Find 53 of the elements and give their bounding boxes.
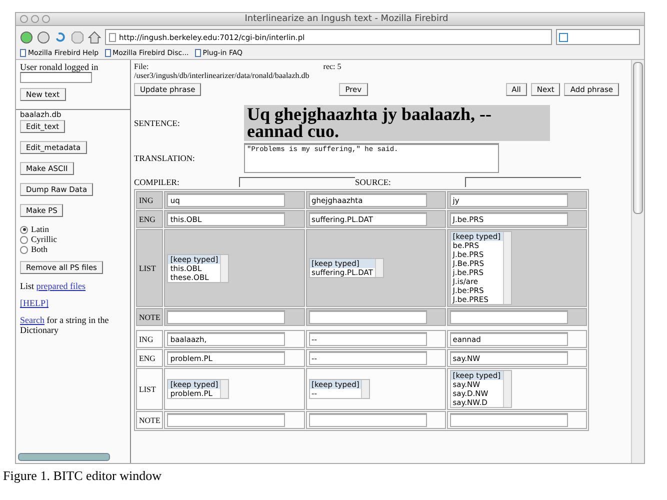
sentence-label: SENTENCE:: [134, 118, 181, 128]
list-scrollbar[interactable]: [374, 259, 383, 277]
row-label: ING: [136, 330, 164, 348]
note-field[interactable]: [167, 310, 286, 324]
note-field[interactable]: [308, 310, 427, 324]
forward-icon[interactable]: [37, 30, 50, 44]
row-label: ING: [136, 191, 164, 209]
home-icon[interactable]: [88, 30, 101, 44]
note-field[interactable]: [308, 413, 427, 427]
radio-option[interactable]: Latin: [20, 225, 130, 234]
note-field[interactable]: [167, 413, 286, 427]
compiler-label: COMPILER:: [134, 177, 180, 187]
list-scrollbar[interactable]: [502, 232, 511, 304]
row-label: LIST: [136, 368, 164, 410]
row-label: ENG: [136, 210, 164, 228]
scrollbar-thumb[interactable]: [633, 62, 643, 214]
translation-label: TRANSLATION:: [134, 153, 196, 163]
source-field[interactable]: [465, 177, 581, 187]
row-label: ENG: [136, 349, 164, 367]
source-label: SOURCE:: [355, 177, 392, 187]
search-text: Search for a string in the Dictionary: [20, 315, 110, 335]
help-link[interactable]: [HELP]: [20, 298, 48, 308]
row-label: NOTE: [136, 308, 164, 326]
sentence-text: Uq ghejghaazhta jy baalaazh, -- eannad cuo.: [244, 105, 550, 141]
search-link[interactable]: Search: [20, 315, 44, 325]
row-label: NOTE: [136, 411, 164, 429]
note-field[interactable]: [450, 413, 568, 427]
row-label: LIST: [136, 229, 164, 307]
prepared-files-link[interactable]: prepared files: [36, 281, 86, 291]
record-number: rec: 5: [323, 62, 342, 71]
list-files-text: List prepared files: [20, 281, 86, 291]
list-scrollbar[interactable]: [220, 254, 228, 282]
back-icon[interactable]: [20, 30, 33, 44]
list-scrollbar[interactable]: [361, 380, 370, 398]
compiler-field[interactable]: [239, 177, 355, 187]
search-field[interactable]: [556, 29, 640, 45]
figure-caption: Figure 1. BITC editor window: [3, 468, 163, 484]
list-scrollbar[interactable]: [502, 371, 511, 407]
radio-option[interactable]: Cyrillic: [20, 235, 130, 244]
reload-icon[interactable]: [54, 30, 67, 44]
search-engine-icon[interactable]: [559, 32, 568, 42]
stop-icon[interactable]: [71, 30, 84, 44]
page-icon: [20, 49, 26, 57]
scrollbar-thumb[interactable]: [18, 453, 110, 461]
login-status: User ronald logged in: [20, 62, 100, 72]
text-name-field[interactable]: [20, 72, 92, 83]
window-title: Interlinearize an Ingush text - Mozilla Firebird: [244, 14, 450, 24]
file-label: File:: [134, 62, 150, 71]
list-scrollbar[interactable]: [220, 380, 228, 398]
file-path: /user3/ingush/db/interlinearizer/data/ronald/baalazh.db: [134, 71, 310, 80]
page-icon: [194, 49, 201, 57]
radio-option[interactable]: Both: [20, 245, 130, 254]
note-field[interactable]: [450, 310, 568, 324]
